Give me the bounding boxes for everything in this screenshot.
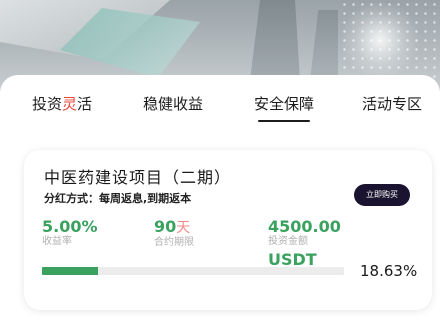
investment-amount-stat: 4500.00 投资金额 xyxy=(268,218,341,248)
buy-now-button[interactable]: 立即购买 xyxy=(354,184,410,206)
subscription-progress-bar xyxy=(42,267,344,275)
contract-term-stat: 90天 合约期限 xyxy=(154,218,194,249)
contract-term-label: 合约期限 xyxy=(154,237,194,248)
banner-sparkle-decoration xyxy=(340,0,440,80)
banner-building-decoration xyxy=(310,10,338,80)
tab-security-guarantee[interactable]: 安全保障 xyxy=(254,93,314,122)
investment-amount-value: 4500.00 xyxy=(268,217,341,236)
yield-rate-label: 收益率 xyxy=(42,236,72,247)
yield-rate-stat: 5.00% 收益率 xyxy=(42,218,98,248)
tab-promotions[interactable]: 活动专区 xyxy=(362,93,422,115)
product-title: 中医药建设项目（二期） xyxy=(44,168,232,187)
contract-term-number: 90 xyxy=(154,217,177,236)
contract-term-unit: 天 xyxy=(176,220,191,236)
contract-term-value: 90天 xyxy=(154,218,194,237)
app-screen: 投资灵活 稳健收益 安全保障 活动专区 中医药建设项目（二期） 分红方式：每周返… xyxy=(0,0,440,330)
tab-stable-income[interactable]: 稳健收益 xyxy=(143,93,203,115)
tab-label-part: 投资 xyxy=(32,95,63,113)
dividend-method: 分红方式：每周返息,到期返本 xyxy=(44,192,192,205)
tab-flexible-investment[interactable]: 投资灵活 xyxy=(32,93,92,115)
investment-amount-label: 投资金额 xyxy=(268,236,308,247)
progress-percent: 18.63% xyxy=(360,262,418,280)
yield-rate-value: 5.00% xyxy=(42,217,98,236)
category-tabs: 投资灵活 稳健收益 安全保障 活动专区 xyxy=(0,93,440,123)
progress-bar-fill xyxy=(42,267,99,275)
banner-building-decoration xyxy=(250,0,300,80)
tab-label-part: 活 xyxy=(77,95,93,113)
tab-label-highlight: 灵 xyxy=(62,95,78,113)
product-card[interactable]: 中医药建设项目（二期） 分红方式：每周返息,到期返本 立即购买 5.00% 收益… xyxy=(24,150,432,310)
